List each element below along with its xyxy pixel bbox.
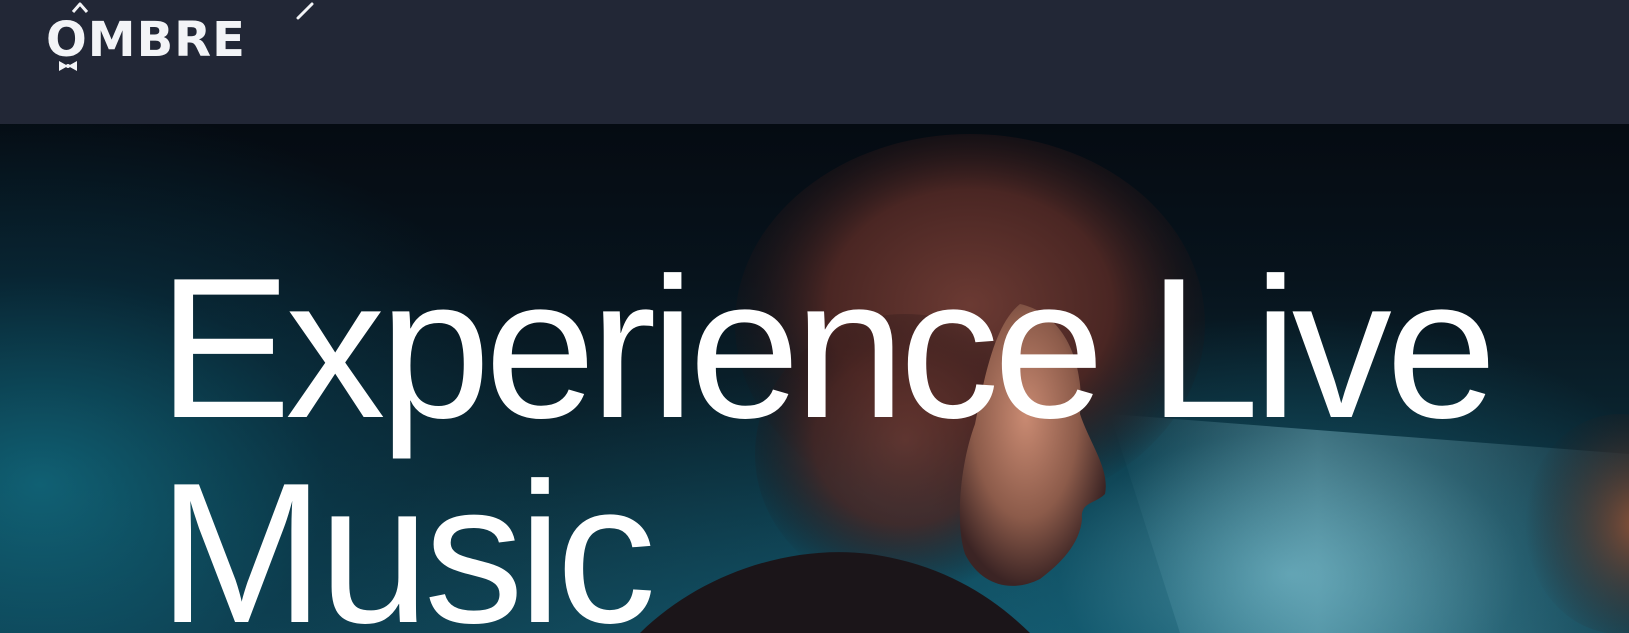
navbar: OMBRE bbox=[0, 0, 1629, 124]
logo-bow-icon bbox=[59, 61, 77, 71]
hero-title-line-2: Music bbox=[158, 442, 656, 633]
brand-logo[interactable]: OMBRE bbox=[46, 2, 314, 76]
logo-text: OMBRE bbox=[46, 12, 246, 68]
logo-sparkle-icon bbox=[296, 2, 314, 20]
page: OMBRE Experience Live Music bbox=[0, 0, 1629, 633]
hero-title-line-1: Experience Live bbox=[158, 237, 1497, 460]
hero-banner: Experience Live Music bbox=[0, 124, 1629, 633]
hero-title: Experience Live Music bbox=[158, 237, 1497, 633]
logo-cap-icon bbox=[71, 2, 89, 13]
